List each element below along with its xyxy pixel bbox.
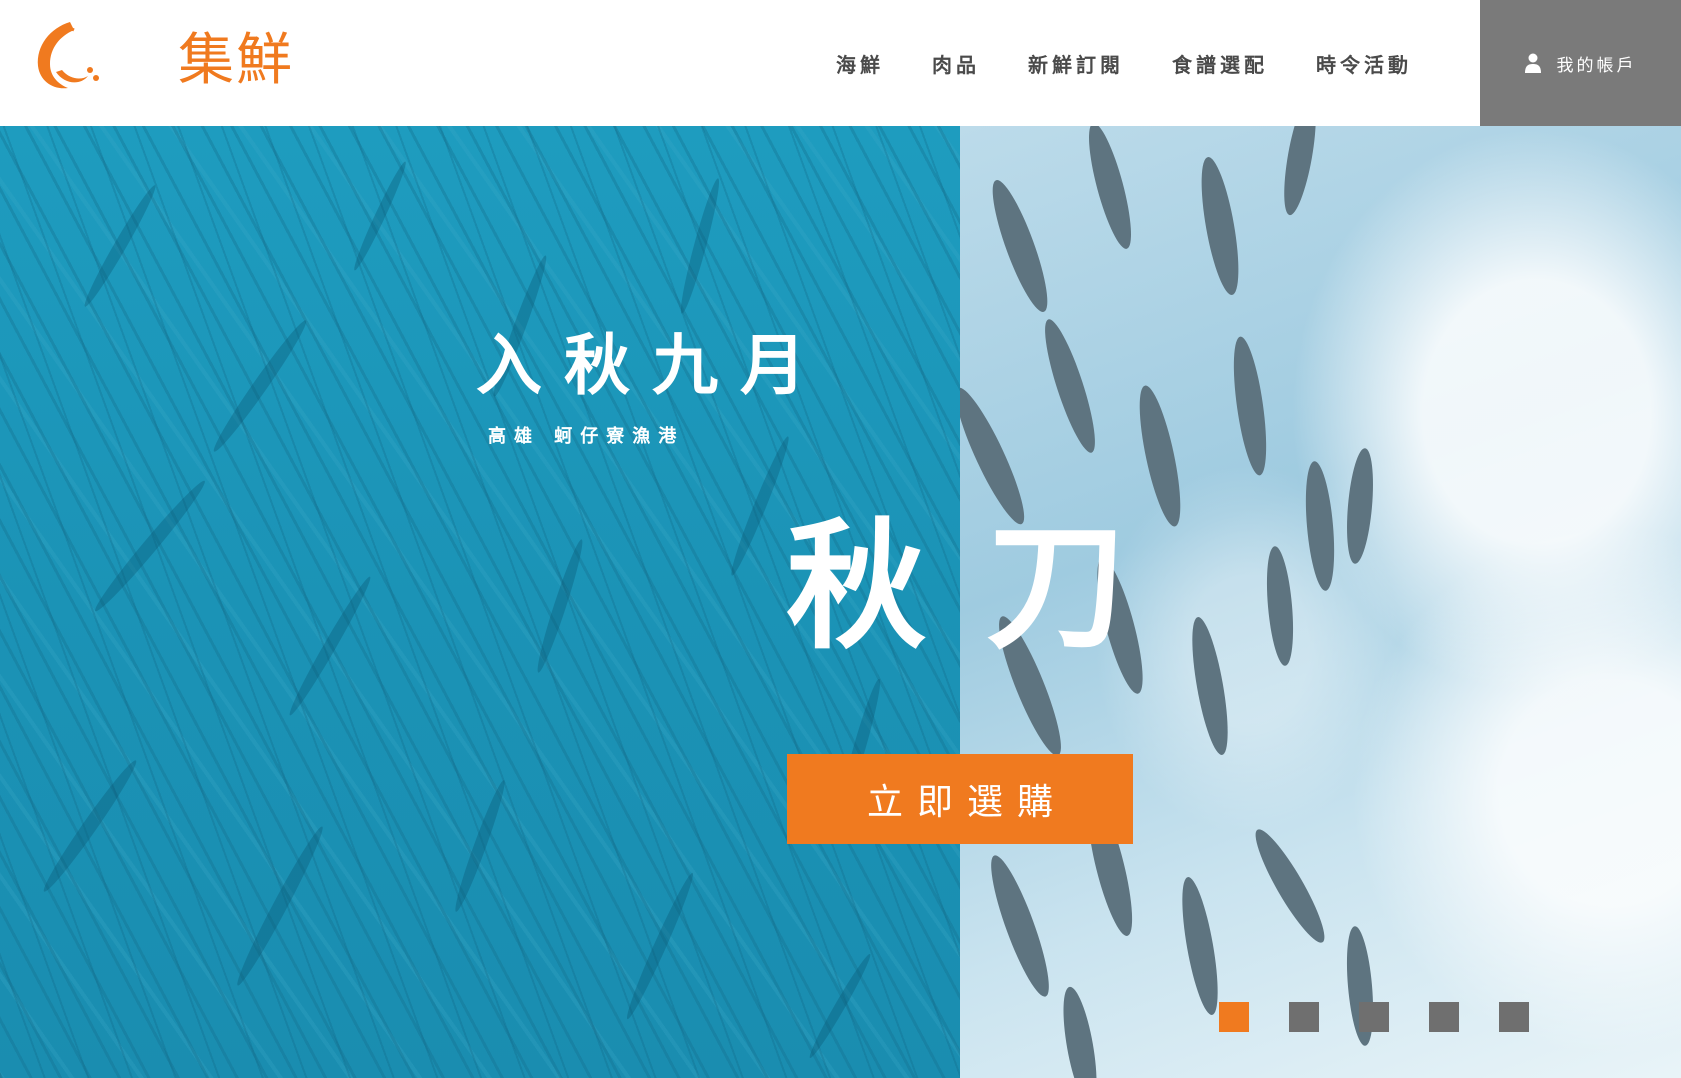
slide-dot-5[interactable] bbox=[1499, 1002, 1529, 1032]
shop-now-label: 立即選購 bbox=[866, 781, 1067, 822]
brand-logo[interactable]: 集鮮 bbox=[30, 18, 300, 104]
nav-item-meat[interactable]: 肉品 bbox=[932, 49, 980, 78]
slide-indicator bbox=[1219, 1002, 1529, 1032]
hero-headline: 秋刀 bbox=[786, 506, 1187, 669]
hero-banner: 入秋九月 高雄 蚵仔寮漁港 秋刀 立即選購 bbox=[0, 126, 1681, 1078]
site-header: 集鮮 海鮮 肉品 新鮮訂閱 食譜選配 時令活動 我的帳戶 bbox=[0, 0, 1681, 126]
brand-name: 集鮮 bbox=[178, 28, 294, 93]
slide-dot-1[interactable] bbox=[1219, 1002, 1249, 1032]
slide-dot-4[interactable] bbox=[1429, 1002, 1459, 1032]
nav-item-seafood[interactable]: 海鮮 bbox=[836, 49, 884, 78]
user-icon bbox=[1524, 53, 1541, 73]
slide-dot-2[interactable] bbox=[1289, 1002, 1319, 1032]
nav-item-seasonal-events[interactable]: 時令活動 bbox=[1316, 49, 1412, 78]
shop-now-button[interactable]: 立即選購 bbox=[787, 754, 1133, 844]
slide-dot-3[interactable] bbox=[1359, 1002, 1389, 1032]
account-button[interactable]: 我的帳戶 bbox=[1480, 0, 1681, 126]
nav-item-recipes[interactable]: 食譜選配 bbox=[1172, 49, 1268, 78]
hero-title: 入秋九月 bbox=[476, 327, 828, 404]
nav-item-subscription[interactable]: 新鮮訂閱 bbox=[1028, 49, 1124, 78]
main-nav: 海鮮 肉品 新鮮訂閱 食譜選配 時令活動 bbox=[836, 0, 1412, 126]
shrimp-logo-icon bbox=[37, 22, 99, 89]
hero-subtitle: 高雄 蚵仔寮漁港 bbox=[488, 426, 685, 447]
account-label: 我的帳戶 bbox=[1556, 55, 1637, 76]
